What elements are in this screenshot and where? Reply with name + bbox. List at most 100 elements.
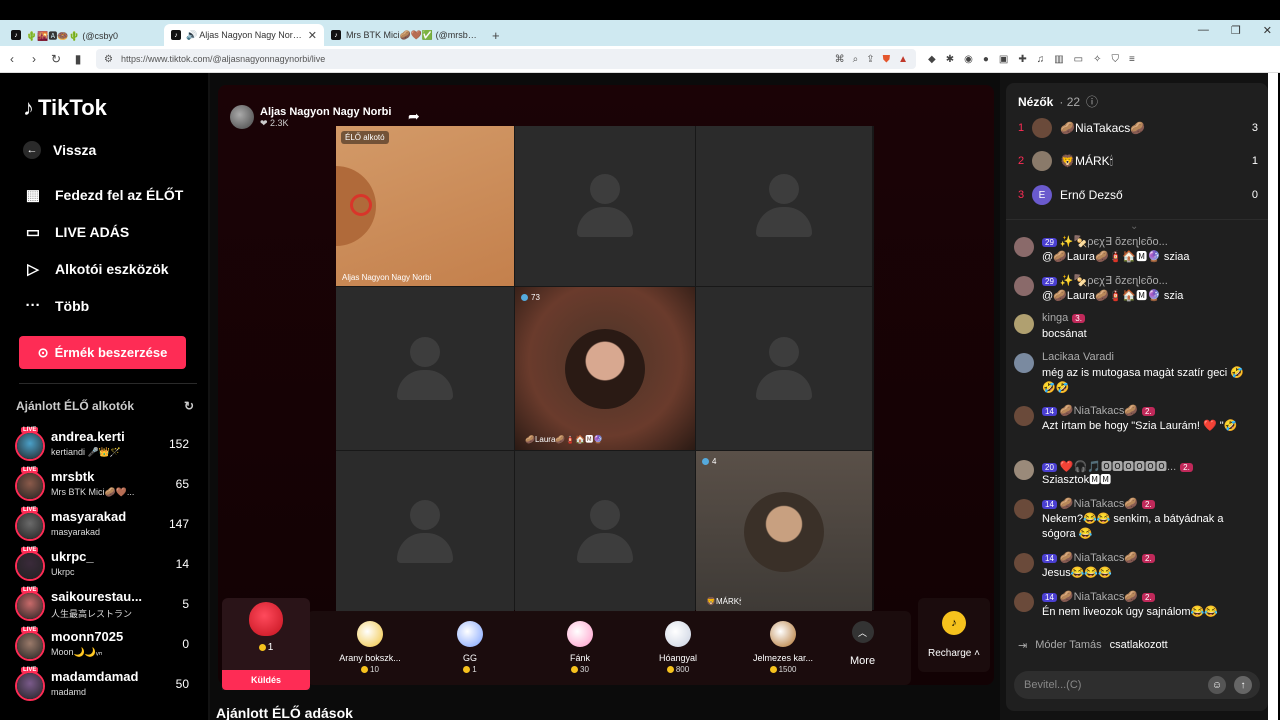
guest-cell-empty[interactable] — [336, 451, 514, 612]
translate-icon[interactable]: ⌘ — [835, 54, 845, 65]
browser-tab-1[interactable]: ♪ 🌵🌇🅰🍩🌵 (@csby0 — [4, 24, 164, 46]
viewer-row[interactable]: 1 🥔NiaTakacs🥔 3 — [1018, 117, 1258, 139]
recommended-creator[interactable]: LIVE ukrpc_ Ukrpc 14 — [15, 547, 195, 583]
sidebar-icon[interactable]: ▥ — [1054, 54, 1063, 65]
forward-icon[interactable]: › — [24, 52, 44, 66]
puzzle-icon[interactable]: ✚ — [1018, 54, 1026, 65]
share-icon[interactable]: ➦ — [408, 108, 420, 125]
site-settings-icon[interactable]: ⚙ — [104, 54, 113, 65]
close-tab-icon[interactable]: ✕ — [308, 29, 317, 42]
reload-icon[interactable]: ↻ — [46, 52, 66, 66]
chat-avatar[interactable] — [1014, 237, 1034, 257]
chat-avatar[interactable] — [1014, 314, 1034, 334]
chat-username[interactable]: 🥔NiaTakacs🥔 — [1060, 591, 1138, 603]
chat-username[interactable]: kinga — [1042, 312, 1068, 324]
send-gift-button[interactable]: Küldés — [222, 670, 310, 690]
guest-cell-empty[interactable] — [336, 287, 514, 450]
shield-icon[interactable]: ⛊ — [883, 54, 891, 65]
creator-avatar[interactable] — [15, 591, 45, 621]
guest-cell-laura[interactable]: 73 🥔Laura🥔🧯🏠🅼🔮 — [515, 287, 695, 450]
emoji-icon[interactable]: ☺ — [1208, 676, 1226, 694]
creator-avatar[interactable] — [15, 631, 45, 661]
host-avatar[interactable] — [230, 105, 254, 129]
guest-cell-mark[interactable]: 4 🦁MÁRK🕯 — [696, 451, 872, 612]
chat-username[interactable]: ✨🍢ρєχ∃ õzєɳƖєõo... — [1060, 236, 1168, 248]
viewer-avatar[interactable]: E — [1032, 185, 1052, 205]
close-window-icon[interactable]: ✕ — [1263, 24, 1272, 37]
browser-tab-2[interactable]: ♪ 🔊 Aljas Nagyon Nagy Norbi (@a ✕ — [164, 24, 324, 46]
restore-icon[interactable]: ❐ — [1231, 24, 1241, 37]
page-scrollbar[interactable] — [1268, 73, 1278, 720]
chat-username[interactable]: Lacikaa Varadi — [1042, 351, 1114, 363]
creator-avatar[interactable] — [15, 511, 45, 541]
triangle-icon[interactable]: ▲ — [898, 54, 908, 65]
guest-cell-empty[interactable] — [696, 126, 872, 286]
nav-back[interactable]: ← Vissza — [23, 141, 96, 159]
chat-avatar[interactable] — [1014, 592, 1034, 612]
sparkle-icon[interactable]: ✧ — [1093, 54, 1101, 65]
chat-avatar[interactable] — [1014, 499, 1034, 519]
bookmark-icon[interactable]: ▮ — [68, 52, 88, 66]
extension-icon[interactable]: ◉ — [964, 54, 973, 65]
new-tab-icon[interactable]: + — [484, 28, 508, 46]
extension-icon[interactable]: ● — [983, 54, 989, 65]
viewer-avatar[interactable] — [1032, 151, 1052, 171]
guest-cell-empty[interactable] — [515, 126, 695, 286]
viewer-row[interactable]: 3 E Ernő Dezső 0 — [1018, 184, 1258, 206]
gift-selected-rose[interactable]: 1 Küldés — [222, 598, 310, 690]
recharge-button[interactable]: ♪ Recharge ˄ — [918, 598, 990, 672]
nav-explore-live[interactable]: ▦ Fedezd fel az ÉLŐT — [23, 186, 183, 204]
recommended-creator[interactable]: LIVE andrea.kerti kertiandi 🎤👑🪄 152 — [15, 427, 195, 463]
chat-avatar[interactable] — [1014, 460, 1034, 480]
chat-username[interactable]: 🥔NiaTakacs🥔 — [1060, 552, 1138, 564]
creator-avatar[interactable] — [15, 671, 45, 701]
vpn-icon[interactable]: ⛉ — [1112, 54, 1120, 65]
more-gifts-button[interactable]: ︿ More — [850, 621, 875, 667]
music-icon[interactable]: ♫ — [1037, 54, 1045, 65]
chat-avatar[interactable] — [1014, 553, 1034, 573]
chat-username[interactable]: 🥔NiaTakacs🥔 — [1060, 498, 1138, 510]
viewer-avatar[interactable] — [1032, 118, 1052, 138]
share-icon[interactable]: ⇪ — [866, 54, 874, 65]
url-field[interactable]: ⚙ https://www.tiktok.com/@aljasnagyonnag… — [96, 49, 916, 69]
menu-icon[interactable]: ≡ — [1129, 54, 1135, 65]
recommended-creator[interactable]: LIVE madamdamad madamd 50 — [15, 667, 195, 703]
viewer-row[interactable]: 2 🦁MÁRK🕯 1 — [1018, 150, 1258, 172]
gift-item[interactable]: Arany bokszk... 10 — [322, 621, 418, 687]
zoom-icon[interactable]: ⌕ — [853, 54, 859, 65]
chevron-down-icon[interactable]: ⌄ — [1130, 221, 1138, 232]
recommended-creator[interactable]: LIVE saikourestau... 人生最高レストラン 5 — [15, 587, 195, 623]
chat-username[interactable]: 🥔NiaTakacs🥔 — [1060, 405, 1138, 417]
extension-icon[interactable]: ▣ — [999, 54, 1008, 65]
gift-item[interactable]: Hóangyal 800 — [630, 621, 726, 687]
gift-item[interactable]: GG 1 — [422, 621, 518, 687]
browser-tab-3[interactable]: ♪ Mrs BTK Mici🥔🤎✅ (@mrsbtk) T — [324, 24, 484, 46]
creator-avatar[interactable] — [15, 431, 45, 461]
chat-avatar[interactable] — [1014, 353, 1034, 373]
chat-input[interactable] — [1024, 679, 1208, 691]
chat-avatar[interactable] — [1014, 406, 1034, 426]
creator-avatar[interactable] — [15, 471, 45, 501]
recommended-creator[interactable]: LIVE moonn7025 Moon🌙🌙ᵥₙ 0 — [15, 627, 195, 663]
nav-live-stream[interactable]: ▭ LIVE ADÁS — [23, 223, 129, 241]
creator-avatar[interactable] — [15, 551, 45, 581]
extension-icon[interactable]: ✱ — [946, 54, 954, 65]
guest-cell-host[interactable]: ÉLŐ alkotó Aljas Nagyon Nagy Norbi — [336, 126, 514, 286]
guest-cell-empty[interactable] — [515, 451, 695, 612]
chat-username[interactable]: ✨🍢ρєχ∃ õzєɳƖєõo... — [1060, 275, 1168, 287]
chat-username[interactable]: ❤️🎧🎵🅾🅾🅾🅾🅾🅾... — [1060, 461, 1176, 473]
nav-creator-tools[interactable]: ▷ Alkotói eszközök — [23, 260, 168, 278]
tiktok-logo[interactable]: ♪ TikTok — [23, 95, 107, 121]
chat-avatar[interactable] — [1014, 276, 1034, 296]
send-arrow-icon[interactable]: ↑ — [1234, 676, 1252, 694]
wallet-icon[interactable]: ▭ — [1074, 54, 1083, 65]
back-icon[interactable]: ‹ — [2, 52, 22, 66]
refresh-icon[interactable]: ↻ — [184, 399, 194, 413]
guest-cell-empty[interactable] — [696, 287, 872, 450]
nav-more[interactable]: ··· Több — [23, 297, 90, 314]
buy-coins-button[interactable]: ⊙ Érmék beszerzése — [19, 336, 186, 369]
minimize-icon[interactable]: — — [1198, 24, 1209, 37]
recommended-creator[interactable]: LIVE masyarakad masyarakad 147 — [15, 507, 195, 543]
info-icon[interactable]: ⓘ — [1086, 93, 1098, 110]
gift-item[interactable]: Fánk 30 — [532, 621, 628, 687]
